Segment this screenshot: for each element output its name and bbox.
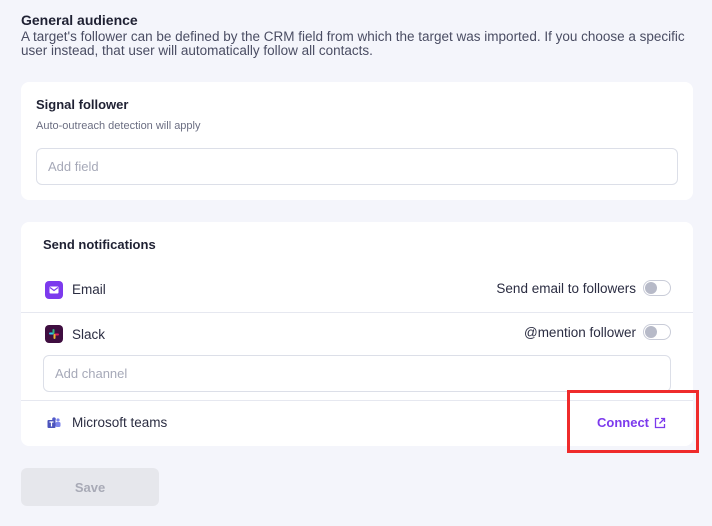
slack-row: Slack @mention follower Add channel xyxy=(21,312,693,400)
microsoft-teams-icon xyxy=(45,414,63,432)
email-toggle[interactable] xyxy=(643,280,671,296)
save-button[interactable]: Save xyxy=(21,468,159,506)
signal-follower-title: Signal follower xyxy=(36,97,129,112)
toggle-knob xyxy=(645,282,657,294)
email-toggle-group: Send email to followers xyxy=(496,280,671,296)
general-audience-title: General audience xyxy=(21,12,138,28)
send-notifications-title: Send notifications xyxy=(43,237,156,252)
slack-label: Slack xyxy=(72,327,106,342)
teams-label: Microsoft teams xyxy=(72,415,168,430)
general-audience-section: General audience A target's follower can… xyxy=(21,11,691,58)
connect-highlight-box xyxy=(567,390,699,453)
slack-icon xyxy=(45,325,63,343)
slack-toggle-group: @mention follower xyxy=(524,324,671,340)
general-audience-description: A target's follower can be defined by th… xyxy=(21,29,685,58)
add-field-input[interactable]: Add field xyxy=(36,148,678,185)
signal-follower-card: Signal follower Auto-outreach detection … xyxy=(21,82,693,200)
email-toggle-label: Send email to followers xyxy=(496,280,636,296)
slack-toggle[interactable] xyxy=(643,324,671,340)
email-label: Email xyxy=(72,282,106,297)
toggle-knob xyxy=(645,326,657,338)
add-channel-input[interactable]: Add channel xyxy=(43,355,671,392)
signal-follower-subtitle: Auto-outreach detection will apply xyxy=(36,120,201,132)
email-row: Email Send email to followers xyxy=(21,272,693,310)
slack-toggle-label: @mention follower xyxy=(523,324,636,340)
email-icon xyxy=(45,281,63,299)
